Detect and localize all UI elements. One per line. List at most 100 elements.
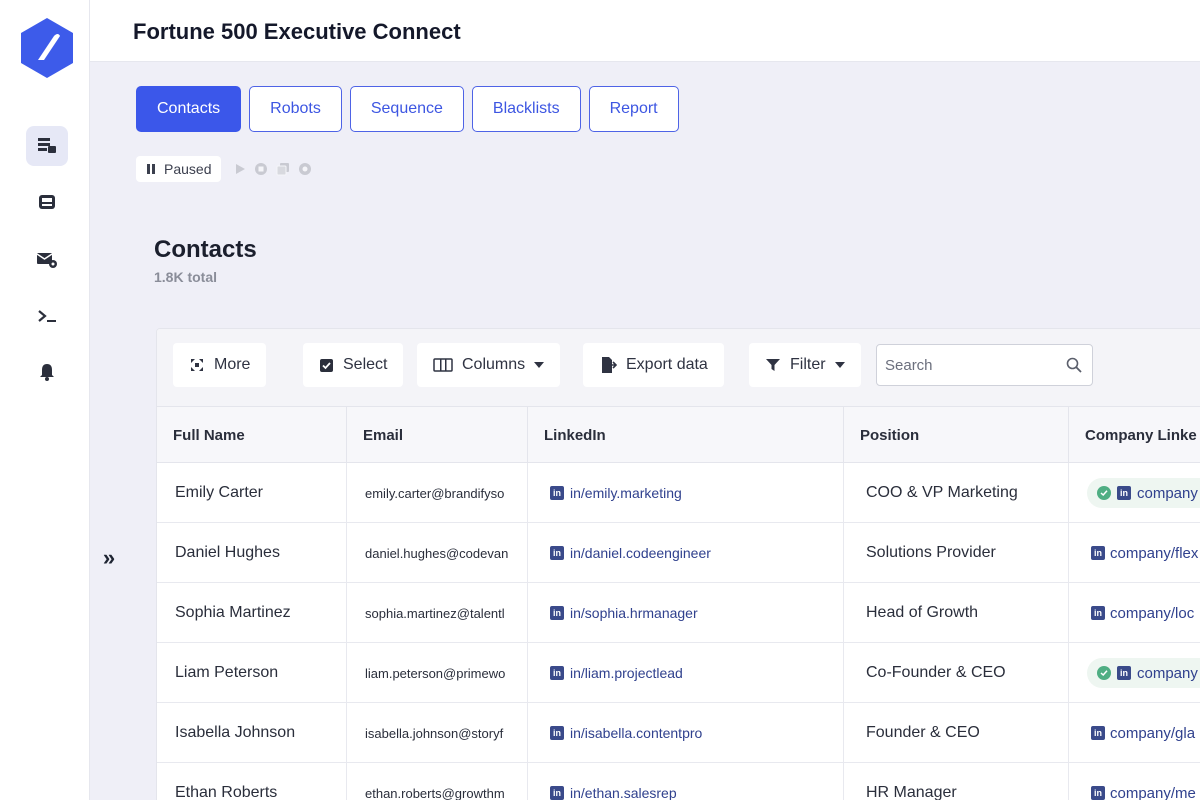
tab-robots[interactable]: Robots — [249, 86, 342, 132]
checkbox-icon — [320, 358, 333, 372]
linkedin-icon: in — [550, 666, 564, 680]
cell-email: sophia.martinez@talentl — [347, 583, 528, 643]
stop-icon[interactable] — [253, 161, 269, 177]
table-row[interactable]: Ethan Roberts ethan.roberts@growthm in in… — [157, 763, 1200, 800]
expand-sidebar-chevrons-icon[interactable]: » — [96, 544, 122, 572]
page-title: Fortune 500 Executive Connect — [133, 19, 461, 44]
status-label: Paused — [164, 161, 212, 177]
linkedin-link[interactable]: in/daniel.codeengineer — [570, 545, 711, 561]
linkedin-icon: in — [1117, 486, 1131, 500]
cell-company-linkedin: in company/flex — [1069, 523, 1200, 583]
status-badge[interactable]: Paused — [136, 156, 222, 182]
nav-notifications-bell-icon[interactable] — [26, 352, 68, 392]
export-data-button[interactable]: Export data — [583, 343, 724, 387]
tab-bar: Contacts Robots Sequence Blacklists Repo… — [136, 86, 679, 132]
nav-terminal-icon[interactable] — [26, 296, 68, 336]
cell-linkedin: in in/sophia.hrmanager — [528, 583, 844, 643]
cell-email: isabella.johnson@storyf — [347, 703, 528, 763]
column-header-company-linkedin[interactable]: Company Linke — [1069, 407, 1200, 463]
cell-full-name: Liam Peterson — [157, 643, 347, 703]
cell-company-linkedin: in company — [1069, 463, 1200, 523]
cell-position: HR Manager — [844, 763, 1069, 800]
play-icon[interactable] — [233, 162, 247, 176]
linkedin-icon: in — [1091, 726, 1105, 740]
pause-icon — [147, 164, 155, 174]
cell-linkedin: in in/liam.projectlead — [528, 643, 844, 703]
cell-full-name: Daniel Hughes — [157, 523, 347, 583]
top-header: Fortune 500 Executive Connect — [90, 0, 1200, 62]
search-icon[interactable] — [1066, 357, 1082, 373]
search-box — [876, 344, 1093, 386]
linkedin-link[interactable]: in/emily.marketing — [570, 485, 682, 501]
main-content: Contacts Robots Sequence Blacklists Repo… — [90, 62, 1200, 800]
cell-position: COO & VP Marketing — [844, 463, 1069, 523]
tab-report[interactable]: Report — [588, 86, 679, 132]
column-header-full-name[interactable]: Full Name — [157, 407, 347, 463]
table-row[interactable]: Emily Carter emily.carter@brandifyso in i… — [157, 463, 1200, 523]
sidebar — [0, 0, 90, 800]
filter-dropdown-button[interactable]: Filter — [749, 343, 861, 387]
company-link[interactable]: company — [1137, 665, 1198, 682]
nav-inbox-icon[interactable] — [26, 182, 68, 222]
linkedin-link[interactable]: in/ethan.salesrep — [570, 785, 677, 800]
table-header: Full Name Email LinkedIn Position Compan… — [157, 407, 1200, 463]
cell-linkedin: in in/emily.marketing — [528, 463, 844, 523]
company-link[interactable]: company — [1137, 485, 1198, 502]
cell-email: daniel.hughes@codevan — [347, 523, 528, 583]
app-logo-icon[interactable] — [18, 16, 76, 80]
linkedin-link[interactable]: in/liam.projectlead — [570, 665, 683, 681]
caret-down-icon — [834, 362, 845, 368]
columns-dropdown-button[interactable]: Columns — [417, 343, 561, 387]
cell-linkedin: in in/daniel.codeengineer — [528, 523, 844, 583]
table-row[interactable]: Sophia Martinez sophia.martinez@talentl … — [157, 583, 1200, 643]
company-link[interactable]: company/flex — [1110, 545, 1198, 562]
cell-full-name: Sophia Martinez — [157, 583, 347, 643]
linkedin-link[interactable]: in/sophia.hrmanager — [570, 605, 698, 621]
cell-position: Founder & CEO — [844, 703, 1069, 763]
linkedin-icon: in — [1117, 666, 1131, 680]
cell-linkedin: in in/isabella.contentpro — [528, 703, 844, 763]
more-button-label: More — [214, 356, 251, 373]
settings-gear-icon[interactable] — [297, 161, 313, 177]
cell-full-name: Ethan Roberts — [157, 763, 347, 800]
search-input[interactable] — [885, 345, 1055, 385]
filter-button-label: Filter — [790, 356, 826, 373]
table-row[interactable]: Isabella Johnson isabella.johnson@storyf… — [157, 703, 1200, 763]
company-link[interactable]: company/loc — [1110, 605, 1194, 622]
verified-check-icon — [1097, 666, 1111, 680]
cell-full-name: Isabella Johnson — [157, 703, 347, 763]
cell-company-linkedin: in company/loc — [1069, 583, 1200, 643]
nav-contacts-icon[interactable] — [26, 126, 68, 166]
table-row[interactable]: Daniel Hughes daniel.hughes@codevan in in… — [157, 523, 1200, 583]
select-button[interactable]: Select — [303, 343, 404, 387]
export-file-icon — [602, 357, 617, 373]
cell-email: ethan.roberts@growthm — [347, 763, 528, 800]
linkedin-link[interactable]: in/isabella.contentpro — [570, 725, 702, 741]
linkedin-icon: in — [550, 486, 564, 500]
tab-sequence[interactable]: Sequence — [349, 86, 464, 132]
campaign-controls — [233, 161, 313, 177]
company-link[interactable]: company/gla — [1110, 725, 1195, 742]
filter-funnel-icon — [766, 359, 780, 371]
verified-company-badge: in company — [1087, 658, 1200, 688]
copy-icon[interactable] — [275, 161, 291, 177]
caret-down-icon — [534, 362, 545, 368]
contacts-table-card: More Select Columns Export data Filter S… — [156, 328, 1200, 800]
cell-company-linkedin: in company/me — [1069, 763, 1200, 800]
table-toolbar: More Select Columns Export data Filter — [157, 329, 1200, 407]
more-button[interactable]: More — [173, 343, 267, 387]
tab-contacts[interactable]: Contacts — [136, 86, 242, 132]
tab-blacklists[interactable]: Blacklists — [471, 86, 581, 132]
verified-check-icon — [1097, 486, 1111, 500]
company-link[interactable]: company/me — [1110, 785, 1196, 800]
linkedin-icon: in — [550, 786, 564, 800]
table-body: Emily Carter emily.carter@brandifyso in i… — [157, 463, 1200, 800]
column-header-email[interactable]: Email — [347, 407, 528, 463]
table-row[interactable]: Liam Peterson liam.peterson@primewo in in… — [157, 643, 1200, 703]
columns-button-label: Columns — [462, 356, 526, 373]
nav-mail-settings-icon[interactable] — [26, 240, 68, 280]
column-header-linkedin[interactable]: LinkedIn — [528, 407, 844, 463]
column-header-position[interactable]: Position — [844, 407, 1069, 463]
linkedin-icon: in — [1091, 546, 1105, 560]
cell-linkedin: in in/ethan.salesrep — [528, 763, 844, 800]
